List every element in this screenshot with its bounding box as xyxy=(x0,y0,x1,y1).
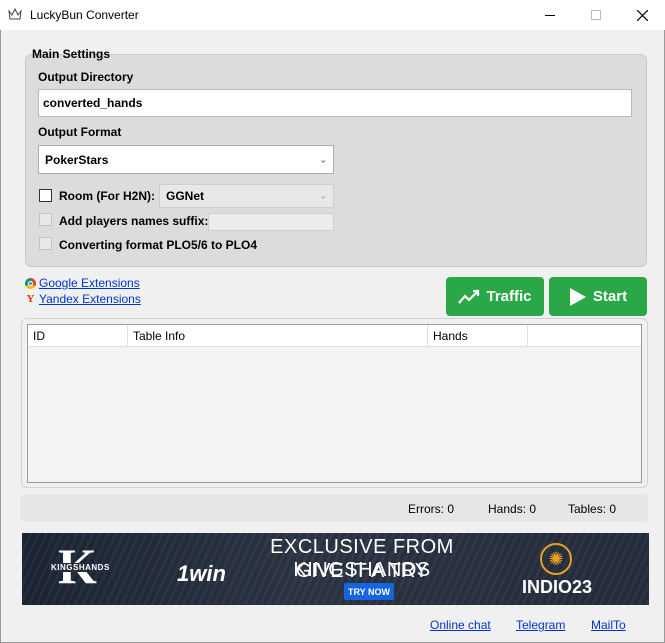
main-settings-title: Main Settings xyxy=(32,47,111,61)
kingshands-logo-text: KINGSHANDS xyxy=(49,563,112,572)
sun-emblem-icon: ✺ xyxy=(540,543,572,575)
room-label: Room (For H2N): xyxy=(59,189,155,203)
trend-chart-icon xyxy=(458,289,480,304)
errors-count: Errors: 0 xyxy=(408,502,455,516)
google-extensions-link[interactable]: Google Extensions xyxy=(39,276,140,290)
hands-table-frame: ID Table Info Hands xyxy=(21,318,648,488)
crown-icon xyxy=(8,8,22,20)
column-header-hands[interactable]: Hands xyxy=(428,325,528,347)
window-title: LuckyBun Converter xyxy=(30,8,139,22)
hands-count: Hands: 0 xyxy=(488,502,537,516)
minimize-icon xyxy=(545,14,555,16)
chevron-down-icon: ⌄ xyxy=(319,190,327,201)
yandex-extensions-row: Y Yandex Extensions xyxy=(25,292,141,306)
window-client: Main Settings Output Directory converted… xyxy=(0,30,665,643)
output-directory-input[interactable]: converted_hands xyxy=(38,89,632,117)
output-format-label: Output Format xyxy=(38,125,122,139)
tables-count: Tables: 0 xyxy=(568,502,617,516)
yandex-icon: Y xyxy=(26,293,35,305)
start-button[interactable]: Start xyxy=(549,277,647,316)
title-bar: LuckyBun Converter xyxy=(0,0,665,30)
promo-code: INDIO23 xyxy=(522,577,593,597)
output-directory-label: Output Directory xyxy=(38,70,134,84)
suffix-checkbox[interactable] xyxy=(39,213,52,226)
maximize-icon xyxy=(591,10,601,20)
chevron-down-icon: ⌄ xyxy=(319,154,327,164)
try-now-button[interactable]: TRY NOW xyxy=(344,583,394,600)
plo-label: Converting format PLO5/6 to PLO4 xyxy=(59,238,258,252)
minimize-button[interactable] xyxy=(527,0,573,30)
hands-table[interactable]: ID Table Info Hands xyxy=(27,324,642,483)
suffix-label: Add players names suffix: xyxy=(59,214,209,228)
close-button[interactable] xyxy=(619,0,665,30)
room-select[interactable]: GGNet ⌄ xyxy=(159,184,334,208)
traffic-label: Traffic xyxy=(486,288,532,305)
plo-checkbox[interactable] xyxy=(39,237,52,250)
start-label: Start xyxy=(592,288,628,305)
room-checkbox[interactable] xyxy=(39,189,52,202)
output-format-select[interactable]: PokerStars ⌄ xyxy=(38,145,334,174)
traffic-button[interactable]: Traffic xyxy=(446,277,544,316)
google-extensions-row: Google Extensions xyxy=(25,276,140,290)
suffix-input[interactable] xyxy=(208,213,334,231)
online-chat-link[interactable]: Online chat xyxy=(430,618,491,632)
close-icon xyxy=(636,9,648,21)
column-header-table-info[interactable]: Table Info xyxy=(128,325,428,347)
promo-banner[interactable]: K KINGSHANDS 1win EXCLUSIVE FROM KINGSHA… xyxy=(22,533,649,605)
table-header: ID Table Info Hands xyxy=(28,325,641,347)
column-header-id[interactable]: ID xyxy=(28,325,128,347)
telegram-link[interactable]: Telegram xyxy=(516,618,565,632)
yandex-extensions-link[interactable]: Yandex Extensions xyxy=(39,292,141,306)
maximize-button[interactable] xyxy=(573,0,619,30)
output-directory-value: converted_hands xyxy=(43,96,143,110)
room-value: GGNet xyxy=(166,189,205,203)
main-settings-group: Main Settings Output Directory converted… xyxy=(25,47,647,267)
status-bar: Errors: 0 Hands: 0 Tables: 0 xyxy=(21,494,648,522)
chrome-icon xyxy=(25,277,36,289)
banner-subline: GIVE IT A TRY xyxy=(295,560,429,582)
mailto-link[interactable]: MailTo xyxy=(591,618,626,632)
play-icon xyxy=(569,287,586,306)
output-format-value: PokerStars xyxy=(45,152,109,167)
